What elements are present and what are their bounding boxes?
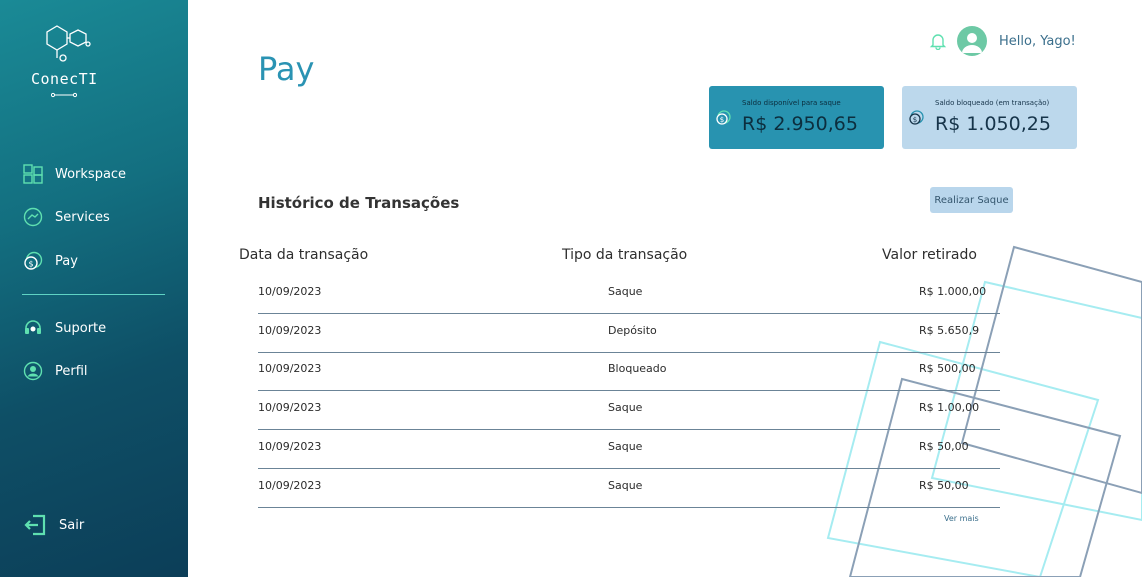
transaction-type: Saque: [608, 479, 643, 492]
workspace-icon: [22, 163, 44, 185]
column-header-amount: Valor retirado: [882, 247, 977, 263]
transaction-date: 10/09/2023: [258, 479, 322, 492]
services-icon: [22, 206, 44, 228]
sidebar-item-services[interactable]: Services: [22, 206, 110, 228]
available-balance-label: Saldo disponível para saque: [742, 99, 841, 107]
sidebar-item-perfil[interactable]: Perfil: [22, 360, 88, 382]
sidebar-item-pay[interactable]: $ Pay: [22, 250, 78, 272]
coins-icon: $: [716, 110, 731, 125]
sidebar-item-label: Pay: [55, 253, 78, 269]
headset-icon: [22, 317, 44, 339]
transaction-amount: R$ 50,00: [919, 440, 969, 453]
transaction-amount: R$ 50,00: [919, 479, 969, 492]
sidebar-item-label: Workspace: [55, 166, 127, 182]
logout-button[interactable]: Sair: [24, 514, 84, 536]
transaction-date: 10/09/2023: [258, 362, 322, 375]
transaction-type: Depósito: [608, 324, 657, 337]
table-row: 10/09/2023 Bloqueado R$ 500,00: [258, 352, 1000, 391]
table-row: 10/09/2023 Depósito R$ 5.650,9: [258, 314, 1000, 353]
transaction-type: Saque: [608, 440, 643, 453]
svg-text:$: $: [913, 116, 917, 124]
logo-icon: [46, 25, 91, 62]
svg-text:$: $: [28, 260, 33, 269]
svg-text:$: $: [720, 116, 724, 124]
transaction-amount: R$ 500,00: [919, 362, 976, 375]
transaction-amount: R$ 1.000,00: [919, 285, 987, 298]
transaction-date: 10/09/2023: [258, 324, 322, 337]
history-title: Histórico de Transações: [258, 194, 460, 212]
sidebar-item-label: Suporte: [55, 320, 107, 336]
transaction-type: Saque: [608, 285, 643, 298]
blocked-balance-value: R$ 1.050,25: [935, 113, 1051, 135]
transaction-amount: R$ 5.650,9: [919, 324, 980, 337]
transaction-date: 10/09/2023: [258, 285, 322, 298]
see-more-link[interactable]: Ver mais: [944, 514, 979, 523]
table-row: 10/09/2023 Saque R$ 50,00: [258, 469, 1000, 508]
logout-label: Sair: [59, 517, 85, 533]
logout-icon: [24, 514, 46, 536]
bell-icon[interactable]: [929, 32, 947, 50]
available-balance-card: $ Saldo disponível para saque R$ 2.950,6…: [709, 86, 884, 149]
table-row: 10/09/2023 Saque R$ 1.00,00: [258, 391, 1000, 430]
transaction-date: 10/09/2023: [258, 440, 322, 453]
user-greeting: Hello, Yago!: [999, 33, 1076, 49]
blocked-balance-label: Saldo bloqueado (em transação): [935, 99, 1050, 107]
withdraw-button[interactable]: Realizar Saque: [930, 187, 1013, 213]
brand-name: ConecTI: [31, 70, 98, 88]
sidebar-item-label: Services: [55, 209, 110, 225]
transaction-type: Bloqueado: [608, 362, 667, 375]
avatar[interactable]: [957, 26, 987, 56]
transaction-date: 10/09/2023: [258, 401, 322, 414]
logo-underline: [51, 92, 77, 98]
sidebar: ConecTI Workspace Services $ Pay Suporte…: [0, 0, 188, 577]
sidebar-item-label: Perfil: [55, 363, 88, 379]
page-title: Pay: [258, 50, 315, 88]
pay-icon: $: [22, 250, 44, 272]
transaction-type: Saque: [608, 401, 643, 414]
table-row: 10/09/2023 Saque R$ 1.000,00: [258, 275, 1000, 314]
available-balance-value: R$ 2.950,65: [742, 113, 858, 135]
sidebar-item-suporte[interactable]: Suporte: [22, 317, 106, 339]
sidebar-divider: [22, 294, 165, 295]
user-bar: Hello, Yago!: [929, 26, 1076, 56]
profile-icon: [22, 360, 44, 382]
blocked-balance-card: $ Saldo bloqueado (em transação) R$ 1.05…: [902, 86, 1077, 149]
table-row: 10/09/2023 Saque R$ 50,00: [258, 430, 1000, 469]
sidebar-item-workspace[interactable]: Workspace: [22, 163, 126, 185]
column-header-date: Data da transação: [239, 247, 369, 263]
coins-icon: $: [909, 110, 924, 125]
column-header-type: Tipo da transação: [562, 247, 688, 263]
transaction-amount: R$ 1.00,00: [919, 401, 980, 414]
